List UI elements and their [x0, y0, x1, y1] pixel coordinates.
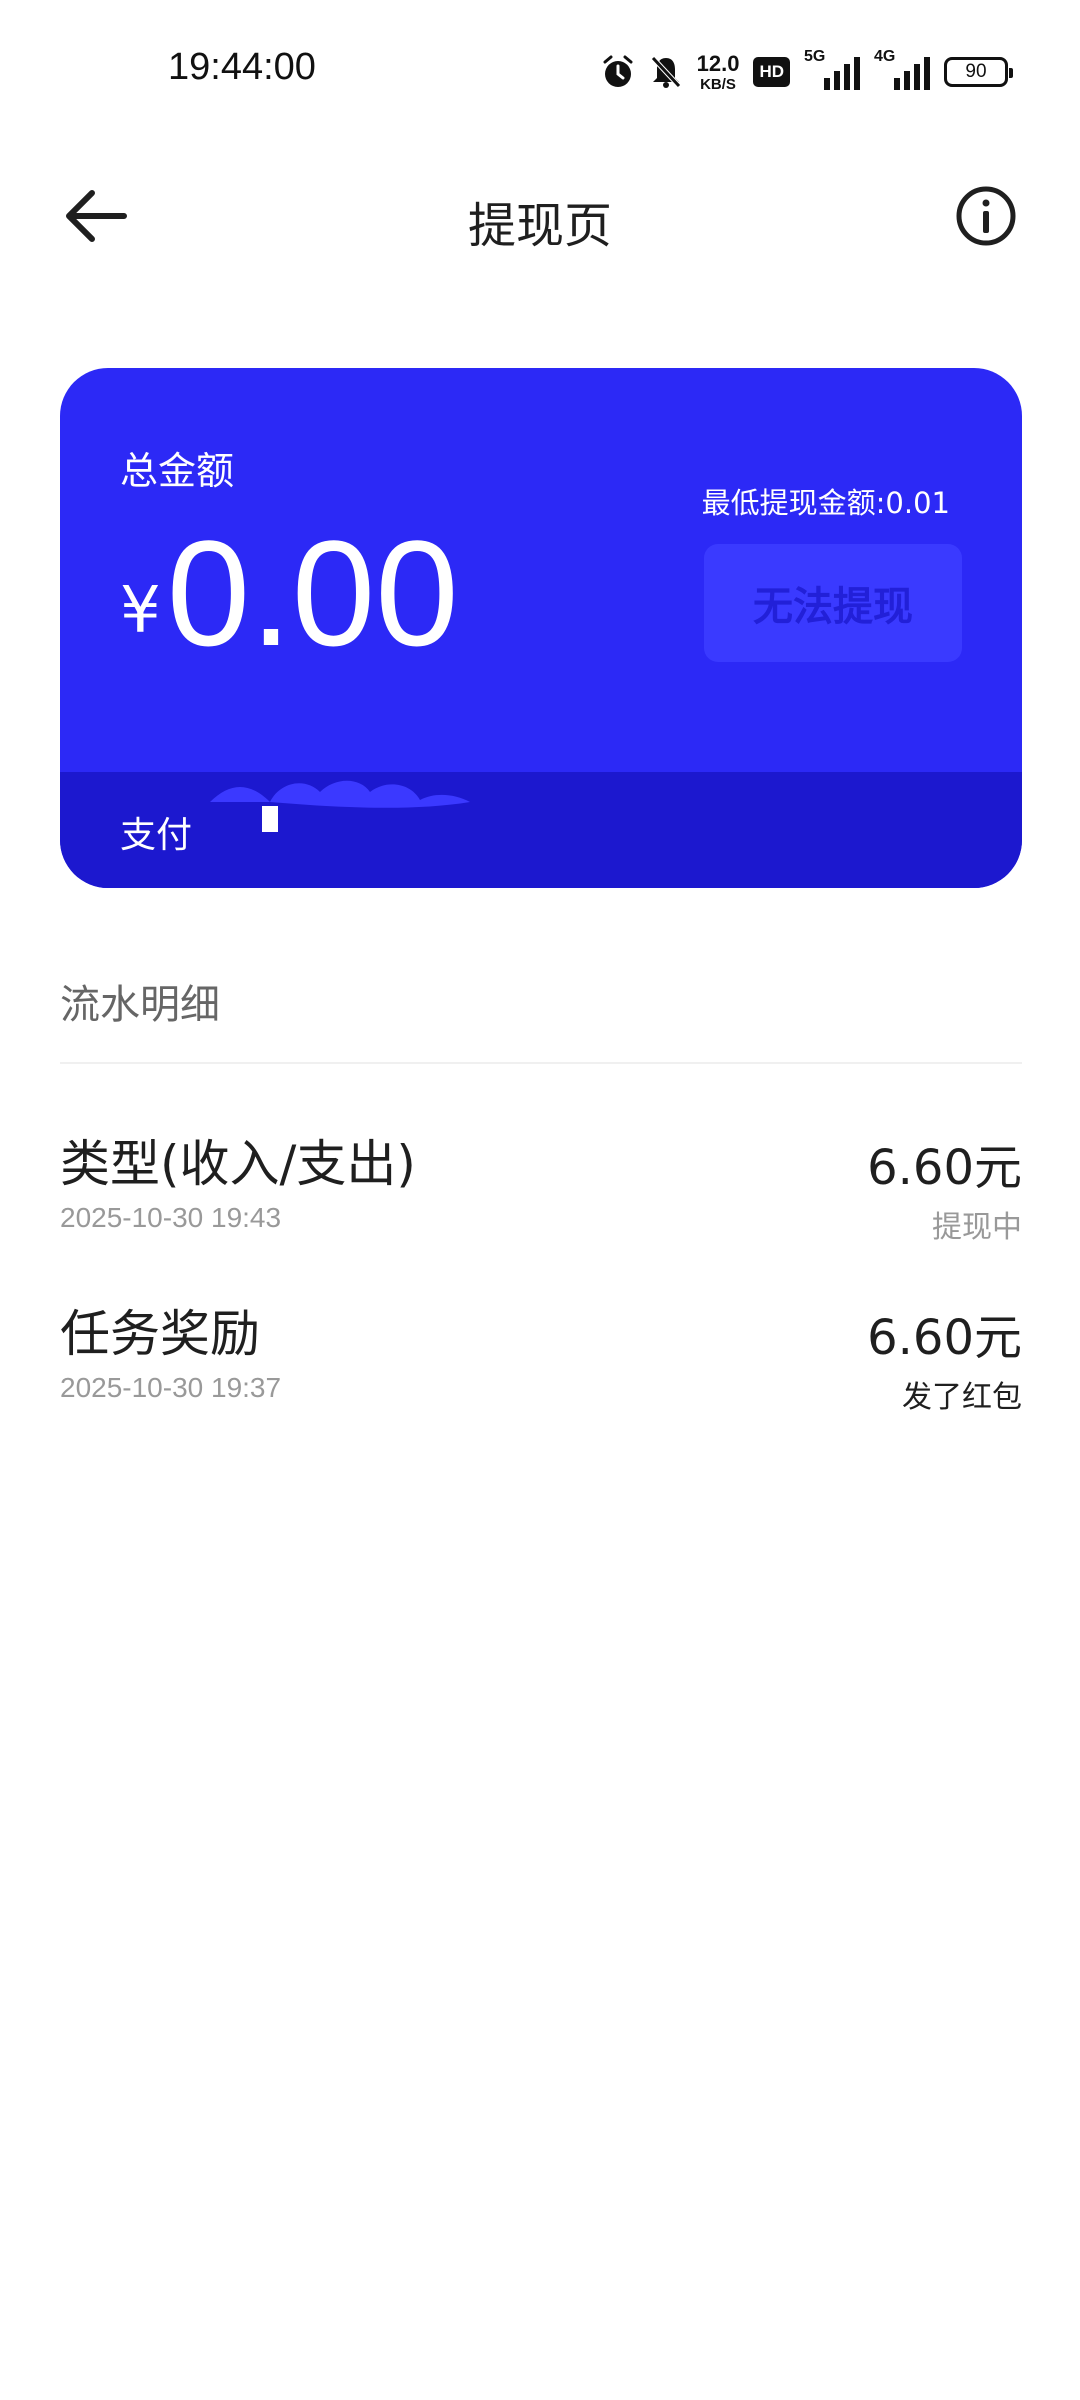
- tx-status: 发了红包: [902, 1380, 1022, 1415]
- card-footer: 支付: [60, 772, 1022, 888]
- net-speed: 12.0 KB/S: [696, 50, 740, 93]
- alarm-icon: [601, 54, 635, 90]
- tx-time: 2025-10-30 19:43: [60, 1202, 282, 1233]
- amount-value: 0.00: [166, 509, 459, 677]
- tx-amount: 6.60元: [867, 1310, 1022, 1366]
- battery-level: 90: [965, 61, 987, 82]
- hd-icon: HD: [753, 57, 790, 87]
- wave-decoration-icon: [210, 780, 470, 832]
- pay-label: 支付: [120, 815, 193, 856]
- net-speed-unit: KB/S: [700, 75, 736, 93]
- app-header: 提现页: [0, 150, 1080, 280]
- page-title: 提现页: [467, 198, 612, 254]
- currency-symbol: ¥: [120, 574, 161, 648]
- tx-title: 任务奖励: [60, 1305, 260, 1363]
- tx-time: 2025-10-30 19:37: [60, 1372, 282, 1403]
- mute-bell-icon: [649, 54, 683, 90]
- withdraw-page: 19:44:00 12.0 KB/S HD 5G 4G 90 提现页 总金额 ¥…: [0, 0, 1080, 2400]
- tx-amount: 6.60元: [867, 1140, 1022, 1196]
- total-amount: ¥ 0.00: [120, 518, 459, 668]
- divider: [60, 1062, 1022, 1064]
- info-button[interactable]: [950, 180, 1022, 252]
- battery-icon: 90: [944, 57, 1013, 87]
- status-time: 19:44:00: [168, 46, 316, 88]
- net-speed-value: 12.0: [696, 50, 740, 76]
- status-icons: 12.0 KB/S HD 5G 4G 90: [601, 48, 1013, 96]
- min-withdraw-amount: 最低提现金额:0.01: [701, 486, 950, 520]
- tx-title: 类型(收入/支出): [60, 1135, 416, 1193]
- balance-card: 总金额 ¥ 0.00 最低提现金额:0.01 无法提现 支付: [60, 368, 1022, 888]
- table-row[interactable]: 任务奖励 2025-10-30 19:37 6.60元 发了红包: [60, 1294, 1022, 1424]
- table-row[interactable]: 类型(收入/支出) 2025-10-30 19:43 6.60元 提现中: [60, 1124, 1022, 1254]
- signal-4g-icon: 4G: [874, 48, 930, 90]
- signal-4g-label: 4G: [874, 48, 896, 65]
- status-bar: 19:44:00 12.0 KB/S HD 5G 4G 90: [0, 0, 1080, 140]
- signal-5g-icon: 5G: [804, 48, 860, 90]
- total-amount-label: 总金额: [120, 449, 235, 493]
- section-title: 流水明细: [60, 982, 220, 1028]
- info-circle-icon: [956, 186, 1016, 246]
- withdraw-button[interactable]: 无法提现: [704, 544, 962, 662]
- signal-5g-label: 5G: [804, 48, 826, 65]
- tx-status: 提现中: [932, 1210, 1022, 1245]
